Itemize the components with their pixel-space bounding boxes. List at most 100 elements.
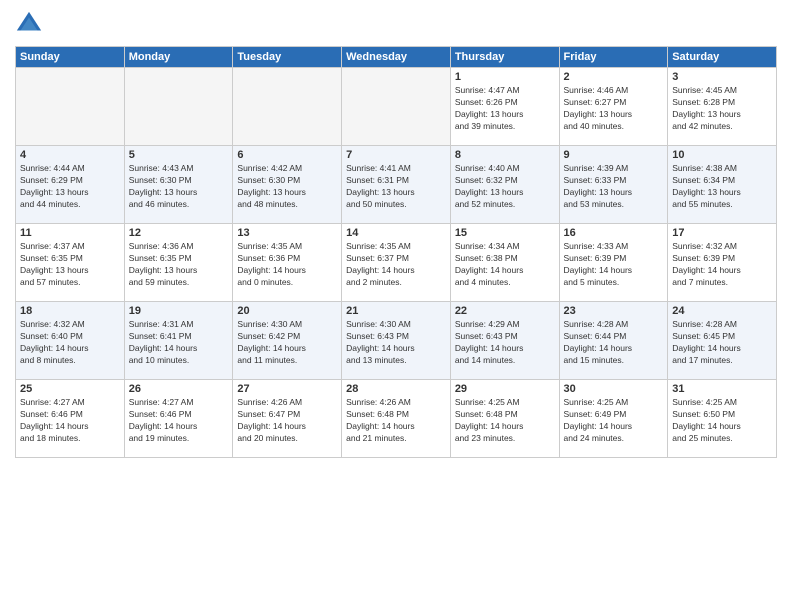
day-info: Sunrise: 4:32 AM Sunset: 6:40 PM Dayligh… xyxy=(20,319,120,367)
calendar-cell-w3-d2: 20Sunrise: 4:30 AM Sunset: 6:42 PM Dayli… xyxy=(233,302,342,380)
day-number: 2 xyxy=(564,71,664,83)
calendar-cell-w0-d2 xyxy=(233,68,342,146)
calendar-cell-w1-d2: 6Sunrise: 4:42 AM Sunset: 6:30 PM Daylig… xyxy=(233,146,342,224)
day-number: 3 xyxy=(672,71,772,83)
calendar-cell-w3-d3: 21 Sunrise: 4:30 AM Sunset: 6:43 PM Dayli… xyxy=(342,302,451,380)
calendar-cell-w0-d6: 3Sunrise: 4:45 AM Sunset: 6:28 PM Daylig… xyxy=(668,68,777,146)
calendar-cell-w0-d5: 2 Sunrise: 4:46 AM Sunset: 6:27 PM Daylig… xyxy=(559,68,668,146)
calendar-body: 1Sunrise: 4:47 AM Sunset: 6:26 PM Daylig… xyxy=(16,68,777,458)
day-number: 22 xyxy=(455,305,555,317)
day-info: Sunrise: 4:38 AM Sunset: 6:34 PM Dayligh… xyxy=(672,163,772,211)
day-info: Sunrise: 4:39 AM Sunset: 6:33 PM Dayligh… xyxy=(564,163,664,211)
calendar-cell-w2-d2: 13Sunrise: 4:35 AM Sunset: 6:36 PM Dayli… xyxy=(233,224,342,302)
day-number: 7 xyxy=(346,149,446,161)
day-info: Sunrise: 4:36 AM Sunset: 6:35 PM Dayligh… xyxy=(129,241,229,289)
calendar-week-3: 18 Sunrise: 4:32 AM Sunset: 6:40 PM Dayli… xyxy=(16,302,777,380)
calendar-week-4: 25Sunrise: 4:27 AM Sunset: 6:46 PM Dayli… xyxy=(16,380,777,458)
day-number: 10 xyxy=(672,149,772,161)
day-number: 13 xyxy=(237,227,337,239)
day-number: 17 xyxy=(672,227,772,239)
day-info: Sunrise: 4:33 AM Sunset: 6:39 PM Dayligh… xyxy=(564,241,664,289)
calendar-cell-w1-d0: 4Sunrise: 4:44 AM Sunset: 6:29 PM Daylig… xyxy=(16,146,125,224)
calendar-cell-w3-d0: 18 Sunrise: 4:32 AM Sunset: 6:40 PM Dayli… xyxy=(16,302,125,380)
day-number: 29 xyxy=(455,383,555,395)
day-info: Sunrise: 4:26 AM Sunset: 6:48 PM Dayligh… xyxy=(346,397,446,445)
day-number: 6 xyxy=(237,149,337,161)
day-info: Sunrise: 4:30 AM Sunset: 6:43 PM Dayligh… xyxy=(346,319,446,367)
day-info: Sunrise: 4:27 AM Sunset: 6:46 PM Dayligh… xyxy=(129,397,229,445)
calendar-header-saturday: Saturday xyxy=(668,47,777,68)
day-info: Sunrise: 4:31 AM Sunset: 6:41 PM Dayligh… xyxy=(129,319,229,367)
calendar-cell-w2-d1: 12 Sunrise: 4:36 AM Sunset: 6:35 PM Dayli… xyxy=(124,224,233,302)
day-info: Sunrise: 4:25 AM Sunset: 6:48 PM Dayligh… xyxy=(455,397,555,445)
calendar-header-tuesday: Tuesday xyxy=(233,47,342,68)
calendar-cell-w0-d0 xyxy=(16,68,125,146)
day-number: 19 xyxy=(129,305,229,317)
calendar-cell-w3-d6: 24 Sunrise: 4:28 AM Sunset: 6:45 PM Dayli… xyxy=(668,302,777,380)
calendar-cell-w1-d5: 9 Sunrise: 4:39 AM Sunset: 6:33 PM Daylig… xyxy=(559,146,668,224)
calendar-week-1: 4Sunrise: 4:44 AM Sunset: 6:29 PM Daylig… xyxy=(16,146,777,224)
calendar-week-2: 11 Sunrise: 4:37 AM Sunset: 6:35 PM Dayli… xyxy=(16,224,777,302)
day-info: Sunrise: 4:34 AM Sunset: 6:38 PM Dayligh… xyxy=(455,241,555,289)
day-number: 21 xyxy=(346,305,446,317)
calendar-cell-w3-d5: 23 Sunrise: 4:28 AM Sunset: 6:44 PM Dayli… xyxy=(559,302,668,380)
calendar-cell-w1-d4: 8 Sunrise: 4:40 AM Sunset: 6:32 PM Daylig… xyxy=(450,146,559,224)
calendar-cell-w1-d1: 5 Sunrise: 4:43 AM Sunset: 6:30 PM Daylig… xyxy=(124,146,233,224)
day-info: Sunrise: 4:47 AM Sunset: 6:26 PM Dayligh… xyxy=(455,85,555,133)
day-number: 14 xyxy=(346,227,446,239)
calendar-header-thursday: Thursday xyxy=(450,47,559,68)
day-number: 9 xyxy=(564,149,664,161)
day-number: 28 xyxy=(346,383,446,395)
day-number: 11 xyxy=(20,227,120,239)
calendar-cell-w0-d1 xyxy=(124,68,233,146)
calendar-cell-w0-d4: 1Sunrise: 4:47 AM Sunset: 6:26 PM Daylig… xyxy=(450,68,559,146)
day-number: 4 xyxy=(20,149,120,161)
day-info: Sunrise: 4:40 AM Sunset: 6:32 PM Dayligh… xyxy=(455,163,555,211)
calendar-cell-w4-d2: 27 Sunrise: 4:26 AM Sunset: 6:47 PM Dayli… xyxy=(233,380,342,458)
calendar-cell-w2-d6: 17Sunrise: 4:32 AM Sunset: 6:39 PM Dayli… xyxy=(668,224,777,302)
day-info: Sunrise: 4:37 AM Sunset: 6:35 PM Dayligh… xyxy=(20,241,120,289)
day-info: Sunrise: 4:29 AM Sunset: 6:43 PM Dayligh… xyxy=(455,319,555,367)
calendar-week-0: 1Sunrise: 4:47 AM Sunset: 6:26 PM Daylig… xyxy=(16,68,777,146)
page: SundayMondayTuesdayWednesdayThursdayFrid… xyxy=(0,0,792,612)
calendar-cell-w2-d0: 11 Sunrise: 4:37 AM Sunset: 6:35 PM Dayli… xyxy=(16,224,125,302)
day-number: 5 xyxy=(129,149,229,161)
day-info: Sunrise: 4:25 AM Sunset: 6:50 PM Dayligh… xyxy=(672,397,772,445)
day-number: 12 xyxy=(129,227,229,239)
day-info: Sunrise: 4:28 AM Sunset: 6:45 PM Dayligh… xyxy=(672,319,772,367)
calendar-header-wednesday: Wednesday xyxy=(342,47,451,68)
header xyxy=(15,10,777,38)
day-info: Sunrise: 4:27 AM Sunset: 6:46 PM Dayligh… xyxy=(20,397,120,445)
calendar-cell-w1-d6: 10 Sunrise: 4:38 AM Sunset: 6:34 PM Dayli… xyxy=(668,146,777,224)
day-number: 24 xyxy=(672,305,772,317)
calendar-cell-w2-d5: 16 Sunrise: 4:33 AM Sunset: 6:39 PM Dayli… xyxy=(559,224,668,302)
calendar-cell-w4-d4: 29 Sunrise: 4:25 AM Sunset: 6:48 PM Dayli… xyxy=(450,380,559,458)
day-number: 18 xyxy=(20,305,120,317)
calendar-header-sunday: Sunday xyxy=(16,47,125,68)
day-number: 26 xyxy=(129,383,229,395)
calendar-table: SundayMondayTuesdayWednesdayThursdayFrid… xyxy=(15,46,777,458)
day-info: Sunrise: 4:25 AM Sunset: 6:49 PM Dayligh… xyxy=(564,397,664,445)
day-number: 23 xyxy=(564,305,664,317)
day-number: 31 xyxy=(672,383,772,395)
logo xyxy=(15,10,47,38)
calendar-cell-w3-d1: 19 Sunrise: 4:31 AM Sunset: 6:41 PM Dayli… xyxy=(124,302,233,380)
calendar-cell-w4-d6: 31 Sunrise: 4:25 AM Sunset: 6:50 PM Dayli… xyxy=(668,380,777,458)
day-info: Sunrise: 4:46 AM Sunset: 6:27 PM Dayligh… xyxy=(564,85,664,133)
day-number: 16 xyxy=(564,227,664,239)
day-info: Sunrise: 4:26 AM Sunset: 6:47 PM Dayligh… xyxy=(237,397,337,445)
calendar-cell-w0-d3 xyxy=(342,68,451,146)
day-info: Sunrise: 4:43 AM Sunset: 6:30 PM Dayligh… xyxy=(129,163,229,211)
calendar-cell-w1-d3: 7Sunrise: 4:41 AM Sunset: 6:31 PM Daylig… xyxy=(342,146,451,224)
day-number: 27 xyxy=(237,383,337,395)
calendar-cell-w4-d1: 26 Sunrise: 4:27 AM Sunset: 6:46 PM Dayli… xyxy=(124,380,233,458)
day-info: Sunrise: 4:28 AM Sunset: 6:44 PM Dayligh… xyxy=(564,319,664,367)
calendar-cell-w3-d4: 22 Sunrise: 4:29 AM Sunset: 6:43 PM Dayli… xyxy=(450,302,559,380)
calendar-cell-w2-d3: 14Sunrise: 4:35 AM Sunset: 6:37 PM Dayli… xyxy=(342,224,451,302)
logo-icon xyxy=(15,10,43,38)
calendar-header-friday: Friday xyxy=(559,47,668,68)
calendar-header-monday: Monday xyxy=(124,47,233,68)
calendar-header-row: SundayMondayTuesdayWednesdayThursdayFrid… xyxy=(16,47,777,68)
calendar-cell-w4-d0: 25Sunrise: 4:27 AM Sunset: 6:46 PM Dayli… xyxy=(16,380,125,458)
day-number: 8 xyxy=(455,149,555,161)
